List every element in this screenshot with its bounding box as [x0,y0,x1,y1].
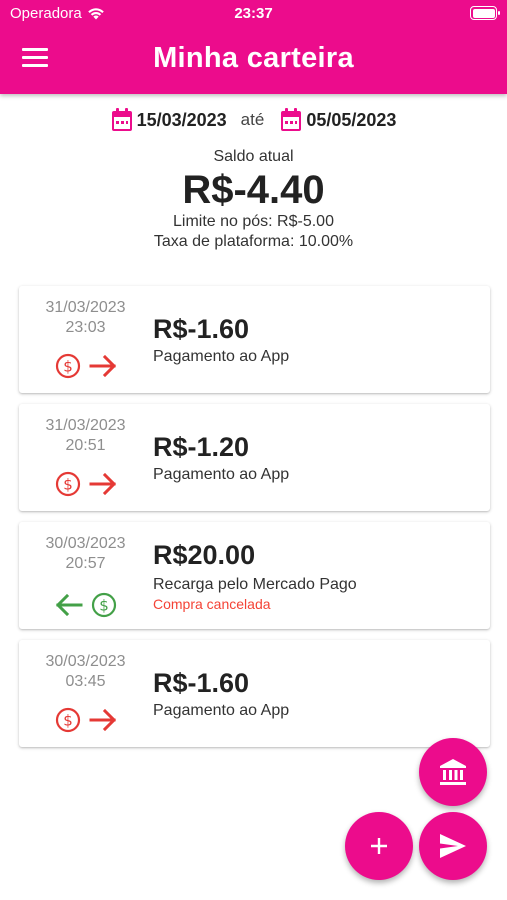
arrow-right-icon [89,473,116,495]
svg-text:$: $ [63,476,73,494]
transaction-card[interactable]: 30/03/2023 20:57 $ R$20.00 Recarga pelo … [19,522,490,629]
dollar-circle-icon: $ [91,592,116,618]
calendar-icon [111,108,132,131]
transaction-time: 20:57 [65,555,106,572]
transaction-datetime: 31/03/2023 23:03 [19,298,152,338]
postpaid-limit: Limite no pós: R$-5.00 [173,213,334,230]
transaction-time: 23:03 [65,319,106,336]
dollar-circle-icon: $ [55,353,80,379]
transaction-status-note: Compra cancelada [153,596,271,612]
dollar-circle-icon: $ [55,707,80,733]
transaction-datetime: 30/03/2023 03:45 [19,652,152,692]
date-separator: até [240,110,265,129]
bank-button[interactable] [419,738,487,806]
transaction-description: Recarga pelo Mercado Pago [153,576,357,593]
transaction-datetime: 31/03/2023 20:51 [19,416,152,456]
transaction-card[interactable]: 31/03/2023 20:51 $ R$-1.20 Pagamento ao … [19,404,490,511]
balance-amount: R$-4.40 [182,168,325,212]
dollar-circle-icon: $ [55,471,80,497]
transaction-value: R$-1.60 [153,668,250,698]
start-date-label: 15/03/2023 [136,109,227,130]
status-bar: Operadora 23:37 [0,0,507,28]
page-title: Minha carteira [153,42,354,74]
transaction-date: 31/03/2023 [45,417,126,434]
transaction-card[interactable]: 30/03/2023 03:45 $ R$-1.60 Pagamento ao … [19,640,490,747]
calendar-icon [281,108,302,131]
arrow-right-icon [89,709,116,731]
balance-label: Saldo atual [213,148,294,165]
transaction-direction: $ [19,707,152,733]
platform-fee: Taxa de plataforma: 10.00% [153,233,354,250]
transaction-time: 20:51 [65,437,106,454]
transaction-value: R$20.00 [153,540,256,570]
end-date-label: 05/05/2023 [306,109,397,130]
status-time: 23:37 [234,5,273,22]
transaction-value: R$-1.20 [153,432,250,462]
transaction-direction: $ [19,471,152,497]
start-date-button[interactable]: 15/03/2023 [111,108,227,132]
send-button[interactable] [419,812,487,880]
transaction-value: R$-1.60 [153,314,250,344]
arrow-right-icon [89,355,116,377]
transaction-description: Pagamento ao App [153,348,290,365]
transaction-description: Pagamento ao App [153,702,290,719]
transaction-time: 03:45 [65,673,106,690]
transaction-direction: $ [19,592,152,618]
bank-icon [440,759,466,785]
date-range-filter: 15/03/2023 até 05/05/2023 [0,108,507,132]
transaction-card[interactable]: 31/03/2023 23:03 $ R$-1.60 Pagamento ao … [19,286,490,393]
plus-icon [371,838,387,854]
transaction-description: Pagamento ao App [153,466,290,483]
transaction-date: 30/03/2023 [45,653,126,670]
transaction-date: 31/03/2023 [45,299,126,316]
svg-text:$: $ [99,597,109,615]
app-bar: Operadora 23:37 Minha carteira [0,0,507,94]
send-icon [440,834,466,858]
transaction-datetime: 30/03/2023 20:57 [19,534,152,574]
transaction-list: 31/03/2023 23:03 $ R$-1.60 Pagamento ao … [19,286,490,758]
svg-text:$: $ [63,358,73,376]
add-button[interactable] [345,812,413,880]
battery-icon [470,6,500,20]
svg-text:$: $ [63,712,73,730]
end-date-button[interactable]: 05/05/2023 [280,108,396,132]
balance-summary: Saldo atual R$-4.40 Limite no pós: R$-5.… [0,148,507,252]
arrow-left-icon [55,594,82,616]
transaction-date: 30/03/2023 [45,535,126,552]
transaction-direction: $ [19,353,152,379]
